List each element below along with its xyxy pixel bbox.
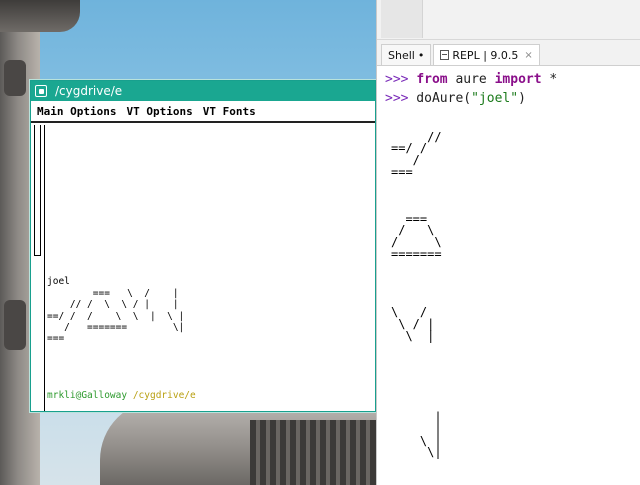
shell-prompt: >>> — [385, 91, 409, 106]
string-argument: "joel" — [471, 91, 519, 106]
terminal-titlebar[interactable]: /cygdrive/e — [31, 81, 375, 101]
terminal-output-line: === \ / | — [47, 287, 179, 299]
menu-vt-options[interactable]: VT Options — [126, 105, 192, 118]
shell-output-line: // — [391, 129, 442, 144]
shell-output-line — [391, 295, 640, 307]
shell-output-line — [391, 179, 640, 191]
menu-main-options[interactable]: Main Options — [37, 105, 116, 118]
shell-output-line — [391, 190, 640, 202]
repl-icon — [440, 50, 450, 60]
tab-repl[interactable]: REPL | 9.0.5 × — [433, 44, 540, 65]
shell-output-line — [391, 354, 640, 366]
tab-repl-label: REPL | 9.0.5 — [452, 48, 519, 62]
keyword-from: from — [416, 72, 448, 87]
shell-output-line: ==/ / — [391, 141, 428, 156]
tab-shell-label: Shell — [388, 48, 415, 62]
terminal-output-line: / ======= \| — [47, 322, 185, 334]
terminal-menubar: Main Options VT Options VT Fonts — [31, 101, 375, 123]
shell-output-line — [391, 389, 640, 401]
menu-vt-fonts[interactable]: VT Fonts — [203, 105, 256, 118]
terminal-prompt-info: mrkli@Galloway /cygdrive/e — [47, 390, 375, 401]
terminal-title: /cygdrive/e — [55, 84, 123, 98]
prompt-path: /cygdrive/e — [132, 390, 196, 402]
shell-output-line — [391, 377, 640, 389]
close-icon[interactable]: × — [524, 50, 532, 61]
terminal-output[interactable]: joel === \ / | // / \ \ / | | ==/ / / \ \… — [45, 125, 375, 411]
shell-output-line: \ | — [391, 328, 435, 343]
thonny-window: Shell • REPL | 9.0.5 × >>> from aure imp… — [376, 0, 640, 485]
function-call: doAure( — [408, 91, 472, 106]
terminal-output-line: // / \ \ / | | — [47, 299, 179, 311]
terminal-app-icon[interactable] — [35, 85, 47, 97]
terminal-body: joel === \ / | // / \ \ / | | ==/ / / \ \… — [31, 125, 375, 411]
background-rock-top — [0, 0, 80, 32]
shell-output-line — [391, 260, 640, 272]
shell-command-line: >>> from aure import * — [385, 70, 640, 89]
shell-output-line — [391, 342, 640, 354]
background-detail — [4, 60, 26, 96]
call-close: ) — [518, 91, 526, 106]
shell-output-line: \| — [391, 445, 442, 460]
thonny-tab-bar: Shell • REPL | 9.0.5 × — [377, 40, 640, 66]
shell-output-line: / — [391, 153, 420, 168]
terminal-output-line: === — [47, 333, 65, 345]
keyword-import: import — [494, 72, 542, 87]
shell-output-line — [391, 366, 640, 378]
tab-shell-marker: • — [417, 48, 425, 62]
terminal-output-line: joel — [47, 276, 70, 288]
shell-output-line — [391, 202, 640, 214]
shell-prompt: >>> — [385, 72, 409, 87]
shell-output-line — [391, 272, 640, 284]
shell-output-line: ======= — [391, 246, 442, 261]
shell-program-output: //==/ / / === === / \ / \ ======= \ / \ / | … — [391, 120, 640, 459]
terminal-scrollbar[interactable] — [31, 125, 45, 411]
background-machinery-detail — [250, 420, 376, 485]
thonny-toolbar-area — [377, 0, 640, 40]
shell-output[interactable]: >>> from aure import * >>> doAure("joel"… — [377, 66, 640, 459]
terminal-window[interactable]: /cygdrive/e Main Options VT Options VT F… — [30, 80, 376, 412]
module-name: aure — [447, 72, 495, 87]
shell-output-line — [391, 284, 640, 296]
prompt-user: mrkli@Galloway — [47, 390, 128, 402]
editor-area-strip — [381, 0, 423, 38]
shell-command-line: >>> doAure("joel") — [385, 89, 640, 108]
background-detail — [4, 300, 26, 350]
terminal-output-line: ==/ / / \ \ | \ | — [47, 310, 185, 322]
shell-output-line: === — [391, 164, 413, 179]
import-target: * — [541, 72, 558, 87]
tab-shell[interactable]: Shell • — [381, 44, 432, 65]
